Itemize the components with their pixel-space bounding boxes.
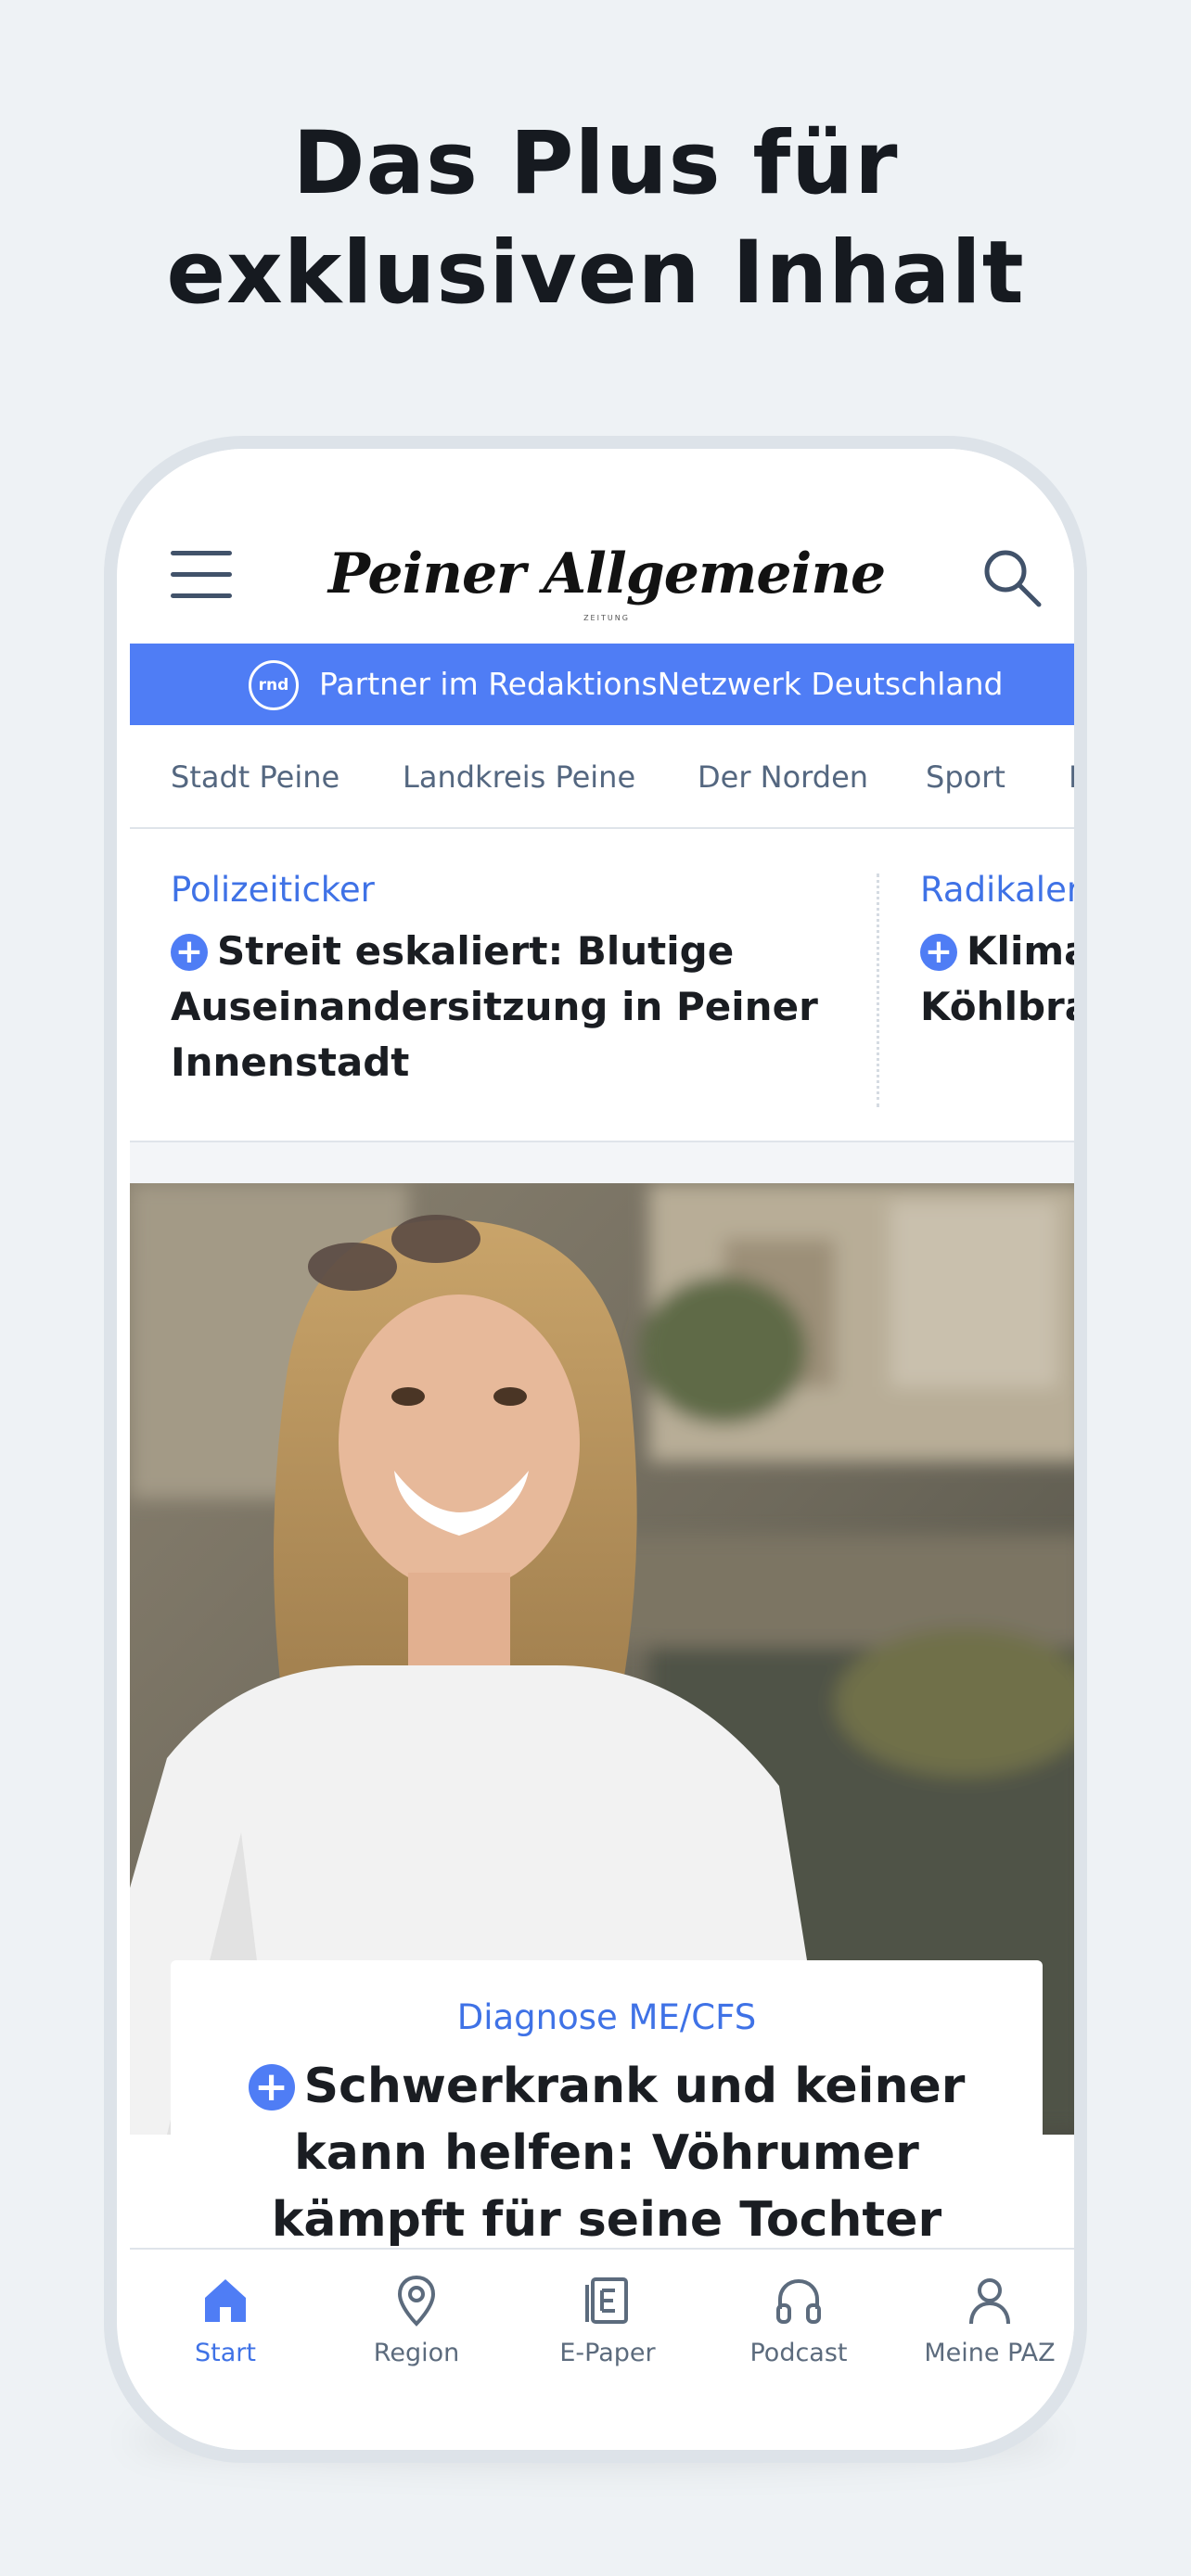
location-pin-icon — [397, 2275, 436, 2327]
section-spacer — [130, 1142, 1074, 1183]
promo-headline-line1: Das Plus für — [292, 113, 899, 214]
bottom-nav-region[interactable]: Region — [321, 2272, 512, 2367]
partner-banner[interactable]: rnd Partner im RedaktionsNetzwerk Deutsc… — [130, 644, 1074, 725]
tab-landkreis-peine[interactable]: Landkreis Peine — [403, 725, 635, 829]
app-header: Peiner Allgemeine ZEITUNG — [130, 449, 1074, 631]
person-icon — [969, 2278, 1010, 2325]
bottom-nav-podcast[interactable]: Podcast — [703, 2272, 894, 2367]
bottom-nav-epaper[interactable]: E-Paper — [512, 2272, 703, 2367]
tab-der-norden[interactable]: Der Norden — [698, 725, 868, 829]
plus-badge-icon: + — [248, 2064, 295, 2111]
teaser-carousel: Polizeiticker + Streit eskaliert: Blutige… — [130, 831, 1074, 1141]
search-icon[interactable] — [981, 547, 1043, 608]
promo-headline-line2: exklusiven Inhalt — [166, 223, 1025, 324]
bottom-nav-meine-paz[interactable]: Meine PAZ — [894, 2272, 1074, 2367]
teaser-kicker: Radikaler — [920, 870, 1074, 910]
bottom-navigation: Start Region E-Paper Podcast Meine PAZ — [130, 2248, 1074, 2450]
epaper-icon — [585, 2277, 628, 2324]
teaser-divider — [877, 874, 879, 1107]
bottom-nav-label: Podcast — [749, 2339, 848, 2367]
promo-headline: Das Plus für exklusiven Inhalt — [0, 109, 1191, 328]
teaser-title: + Streit eskaliert: Blutige Auseinandersi… — [171, 928, 818, 1085]
rnd-logo-icon: rnd — [249, 660, 299, 710]
category-tabs: Stadt Peine Landkreis Peine Der Norden S… — [130, 725, 1074, 829]
bottom-nav-label: Region — [373, 2339, 460, 2367]
phone-frame: Peiner Allgemeine ZEITUNG rnd Partner im… — [104, 436, 1087, 2463]
teaser-card[interactable]: Polizeiticker + Streit eskaliert: Blutige… — [171, 831, 839, 1090]
tab-sport[interactable]: Sport — [926, 725, 1005, 829]
teaser-title: +Klima Köhlbrar — [920, 928, 1074, 1029]
bottom-nav-label: Meine PAZ — [924, 2339, 1056, 2367]
app-content: Peiner Allgemeine ZEITUNG rnd Partner im… — [130, 449, 1074, 2450]
plus-badge-icon: + — [920, 934, 957, 971]
bottom-nav-start[interactable]: Start — [130, 2272, 321, 2367]
hero-title: + Schwerkrank und keiner kann helfen: Vöh… — [171, 2053, 1043, 2253]
tab-more[interactable]: P — [1069, 725, 1074, 829]
plus-badge-icon: + — [171, 934, 208, 971]
newspaper-logo[interactable]: Peiner Allgemeine — [130, 542, 1074, 606]
partner-text: Partner im RedaktionsNetzwerk Deutschlan… — [319, 666, 1004, 702]
headphones-icon — [776, 2278, 821, 2324]
newspaper-logo-sub: ZEITUNG — [583, 614, 630, 622]
hero-kicker: Diagnose ME/CFS — [456, 1997, 757, 2037]
bottom-nav-label: Start — [195, 2339, 256, 2367]
bottom-nav-label: E-Paper — [559, 2339, 656, 2367]
teaser-card[interactable]: Radikaler +Klima Köhlbrar — [920, 831, 1074, 1035]
home-icon — [205, 2279, 246, 2322]
phone-screen: Peiner Allgemeine ZEITUNG rnd Partner im… — [117, 449, 1074, 2450]
hero-article-card[interactable]: Diagnose ME/CFS + Schwerkrank und keiner … — [171, 1960, 1043, 2294]
tab-stadt-peine[interactable]: Stadt Peine — [171, 725, 339, 829]
teaser-kicker: Polizeiticker — [171, 870, 375, 910]
